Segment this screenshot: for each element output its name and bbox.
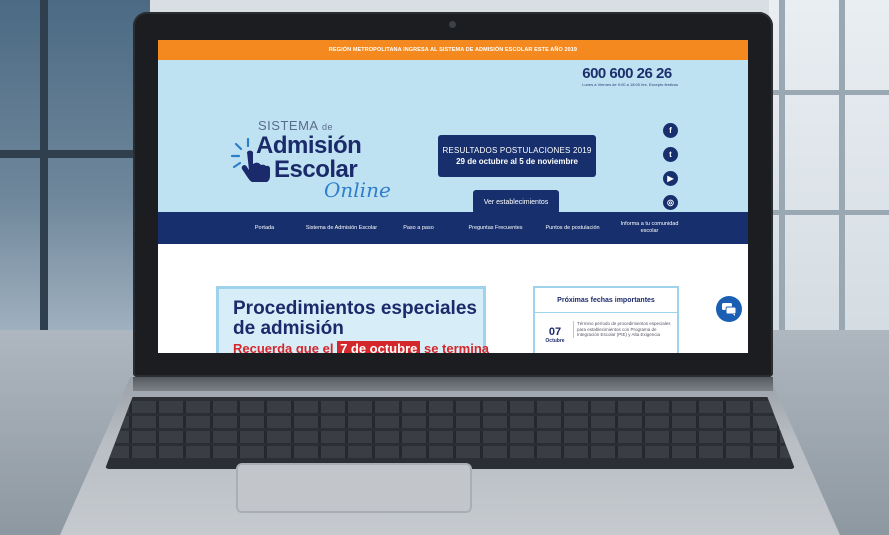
- nav-item-preguntas[interactable]: Preguntas Frecuentes: [457, 225, 534, 232]
- social-links: f t ▶ ◎: [663, 123, 679, 219]
- nav-item-sistema[interactable]: Sistema de Admisión Escolar: [303, 225, 380, 232]
- procedures-title: Procedimientos especiales de admisión: [233, 298, 477, 339]
- chat-icon: [722, 302, 736, 316]
- nav-item-portada[interactable]: Portada: [226, 225, 303, 232]
- youtube-icon[interactable]: ▶: [663, 171, 678, 186]
- laptop-touchpad: [236, 463, 472, 513]
- laptop-base: [0, 377, 889, 535]
- reminder-prefix: Recuerda que el: [233, 341, 334, 353]
- date-month: Octubre: [545, 338, 565, 344]
- twitter-icon[interactable]: t: [663, 147, 678, 162]
- logo-line1-small: de: [321, 122, 333, 132]
- laptop-keyboard: [105, 397, 795, 469]
- results-dates: 29 de octubre al 5 de noviembre: [456, 157, 578, 166]
- logo-line1: SISTEMA: [258, 118, 318, 133]
- background-window-left: [0, 0, 150, 330]
- logo-line4: Online: [324, 178, 391, 202]
- dates-title: Próximas fechas importantes: [535, 288, 677, 313]
- date-day: 07: [548, 326, 562, 338]
- laptop-lid: REGIÓN METROPOLITANA INGRESA AL SISTEMA …: [133, 12, 773, 377]
- results-banner[interactable]: RESULTADOS POSTULACIONES 2019 29 de octu…: [438, 135, 596, 177]
- top-banner[interactable]: REGIÓN METROPOLITANA INGRESA AL SISTEMA …: [158, 40, 748, 60]
- webcam-icon: [449, 21, 456, 28]
- procedures-reminder: Recuerda que el 7 de octubre se termina: [233, 341, 489, 353]
- main-navigation: Portada Sistema de Admisión Escolar Paso…: [158, 212, 748, 244]
- main-content: Procedimientos especiales de admisión Re…: [158, 244, 748, 353]
- phone-number[interactable]: 600 600 26 26: [582, 66, 678, 81]
- nav-item-puntos[interactable]: Puntos de postulación: [534, 225, 611, 232]
- nav-item-paso-a-paso[interactable]: Paso a paso: [380, 225, 457, 232]
- procedures-card[interactable]: Procedimientos especiales de admisión Re…: [216, 286, 489, 353]
- date-description: Término período de procedimientos especi…: [573, 321, 673, 338]
- site-logo[interactable]: SISTEMA de Admisión Escolar Online: [228, 118, 398, 213]
- laptop-screen: REGIÓN METROPOLITANA INGRESA AL SISTEMA …: [158, 40, 748, 353]
- laptop-hinge: [133, 377, 773, 391]
- chat-button[interactable]: [716, 296, 742, 322]
- important-dates-card: Próximas fechas importantes 07 Octubre T…: [533, 286, 679, 353]
- ver-establecimientos-button[interactable]: Ver establecimientos: [473, 190, 559, 214]
- reminder-suffix: se termina: [423, 341, 490, 353]
- results-title: RESULTADOS POSTULACIONES 2019: [442, 146, 592, 155]
- phone-hours: Lunes a Viernes de 9:00 a 18:00 hrs. Exc…: [582, 82, 678, 87]
- facebook-icon[interactable]: f: [663, 123, 678, 138]
- hero-header: 600 600 26 26 Lunes a Viernes de 9:00 a …: [158, 60, 748, 214]
- nav-item-informa[interactable]: Informa a tu comunidad escolar: [611, 221, 688, 235]
- instagram-icon[interactable]: ◎: [663, 195, 678, 210]
- date-badge: 07 Octubre: [541, 326, 569, 345]
- contact-phone[interactable]: 600 600 26 26 Lunes a Viernes de 9:00 a …: [582, 66, 678, 87]
- reminder-date: 7 de octubre: [337, 341, 421, 353]
